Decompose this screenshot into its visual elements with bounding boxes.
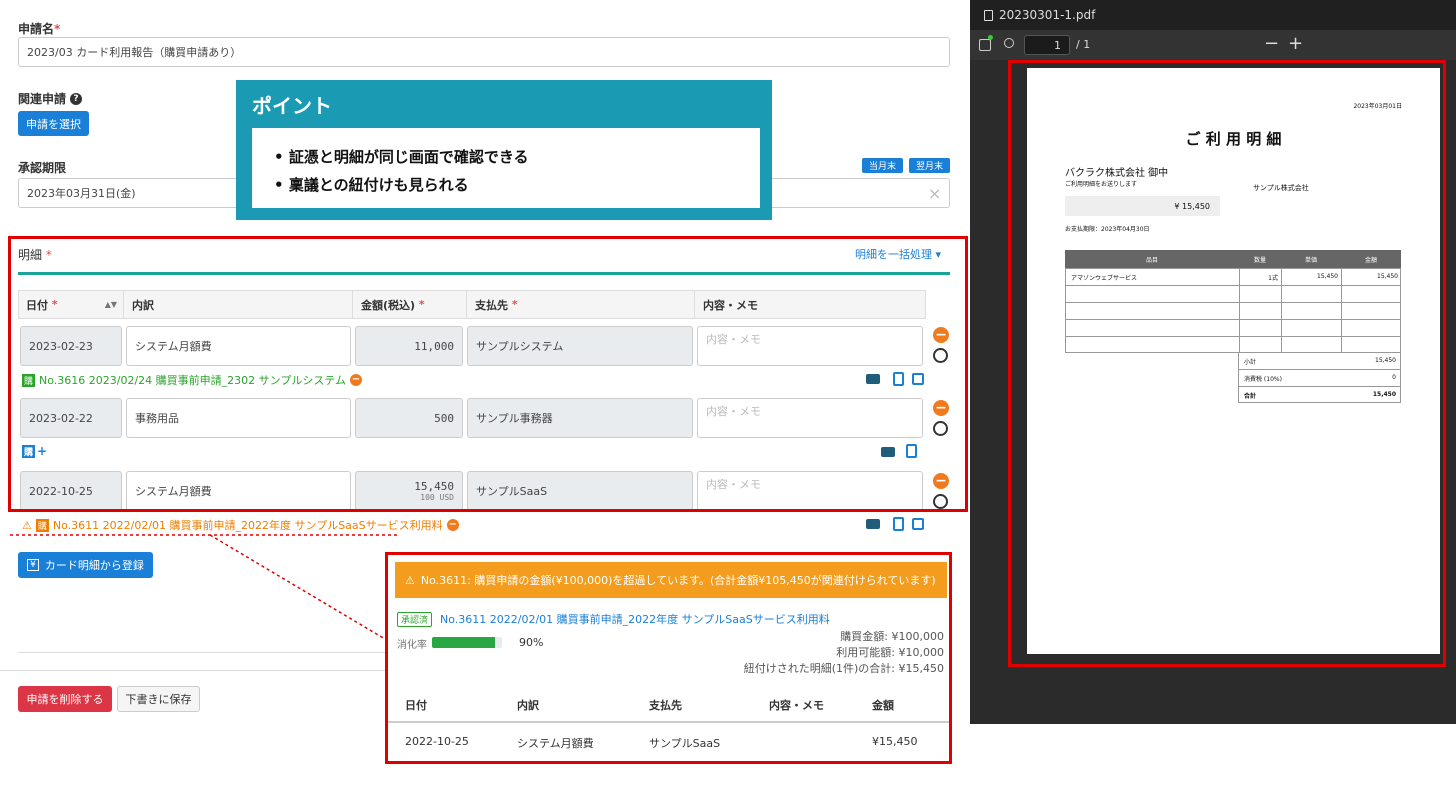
- pdf-filename: 20230301-1.pdf: [999, 8, 1096, 22]
- popup-col-memo: 内容・メモ: [769, 699, 824, 712]
- deadline-label: 承認期限: [18, 161, 67, 175]
- popup-row-item: システム月額費: [517, 737, 594, 750]
- form-panel: 申請名* 2023/03 カード利用報告（購買申請あり） 関連申請 ? 申請を選…: [0, 0, 970, 800]
- point-item: • 稟議との紐付けも見られる: [274, 176, 469, 194]
- search-icon[interactable]: [1004, 38, 1014, 48]
- linked-total: 紐付けされた明細(1件)の合計: ¥15,450: [743, 662, 944, 675]
- pdf-toolbar: 1 / 1 − +: [970, 30, 1456, 60]
- popup-row-date: 2022-10-25: [405, 735, 469, 748]
- consumption-label: 消化率: [397, 640, 427, 651]
- notification-dot: [988, 35, 993, 40]
- callout-connector: [10, 534, 400, 643]
- related-label: 関連申請 ?: [18, 90, 83, 107]
- popup-application-link[interactable]: No.3611 2022/02/01 購買事前申請_2022年度 サンプルSaa…: [440, 611, 830, 627]
- popup-row-payee: サンプルSaaS: [649, 737, 721, 750]
- popup-row-amount: ¥15,450: [872, 735, 918, 748]
- popup-col-item: 内訳: [517, 699, 539, 712]
- app-name-label: 申請名*: [18, 22, 61, 36]
- sidebar-toggle-icon[interactable]: [979, 39, 991, 51]
- clear-icon[interactable]: ×: [928, 184, 941, 203]
- register-from-card-button[interactable]: ¥ カード明細から登録: [18, 552, 153, 578]
- popup-col-amount: 金額: [872, 699, 894, 712]
- footer-divider: [18, 652, 388, 653]
- over-budget-warning: ⚠ No.3611: 購買申請の金額(¥100,000)を超過しています。(合計金…: [395, 562, 947, 598]
- this-month-end-badge[interactable]: 当月末: [862, 158, 903, 173]
- credit-card-icon[interactable]: [866, 519, 880, 529]
- delete-application-button[interactable]: 申請を削除する: [18, 686, 112, 712]
- approved-status-badge: 承認済: [397, 612, 433, 627]
- point-title: ポイント: [252, 94, 332, 118]
- zoom-in-button[interactable]: +: [1288, 33, 1303, 54]
- pdf-tab[interactable]: 20230301-1.pdf: [970, 0, 1456, 30]
- select-application-button[interactable]: 申請を選択: [18, 111, 89, 136]
- file-icon: [984, 9, 993, 21]
- details-highlight-box: [8, 236, 968, 512]
- page-total: / 1: [1076, 38, 1091, 51]
- point-list: • 証憑と明細が同じ画面で確認できる • 稟議との紐付けも見られる: [252, 128, 760, 208]
- popup-col-date: 日付: [405, 699, 427, 712]
- purchase-amount: 購買金額: ¥100,000: [840, 630, 944, 643]
- unlink-icon[interactable]: −: [446, 519, 459, 531]
- page-number-input[interactable]: 1: [1024, 35, 1070, 55]
- yen-icon: ¥: [27, 559, 39, 571]
- popup-table-row: 2022-10-25 システム月額費 サンプルSaaS ¥15,450: [388, 725, 949, 761]
- receipt-check-icon[interactable]: [893, 517, 904, 531]
- point-callout: ポイント • 証憑と明細が同じ画面で確認できる • 稟議との紐付けも見られる: [236, 80, 772, 220]
- pdf-highlight-box: [1008, 60, 1446, 667]
- point-item: • 証憑と明細が同じ画面で確認できる: [274, 148, 529, 166]
- consumption-progress-bar: [432, 637, 502, 648]
- popup-table-header: 日付 内訳 支払先 内容・メモ 金額: [388, 685, 949, 723]
- popup-col-payee: 支払先: [649, 699, 682, 712]
- warning-icon: ⚠: [405, 573, 415, 587]
- app-name-input[interactable]: 2023/03 カード利用報告（購買申請あり）: [18, 37, 950, 67]
- consumption-progress-fill: [432, 637, 495, 648]
- footer-divider: [0, 670, 385, 671]
- edit-icon[interactable]: [912, 518, 924, 530]
- available-amount: 利用可能額: ¥10,000: [836, 646, 944, 659]
- popup-amount-summary: 購買金額: ¥100,000 利用可能額: ¥10,000 紐付けされた明細(1…: [744, 628, 944, 676]
- linked-application-popup: ⚠ No.3611: 購買申請の金額(¥100,000)を超過しています。(合計金…: [385, 552, 952, 764]
- save-draft-button[interactable]: 下書きに保存: [117, 686, 200, 712]
- question-circle-icon: ?: [70, 92, 83, 105]
- consumption-value: 90%: [519, 636, 544, 649]
- next-month-end-badge[interactable]: 翌月末: [909, 158, 950, 173]
- pdf-viewer: 20230301-1.pdf 1 / 1 − + 2023年03月01日 ご 利…: [970, 0, 1456, 724]
- zoom-out-button[interactable]: −: [1264, 33, 1279, 54]
